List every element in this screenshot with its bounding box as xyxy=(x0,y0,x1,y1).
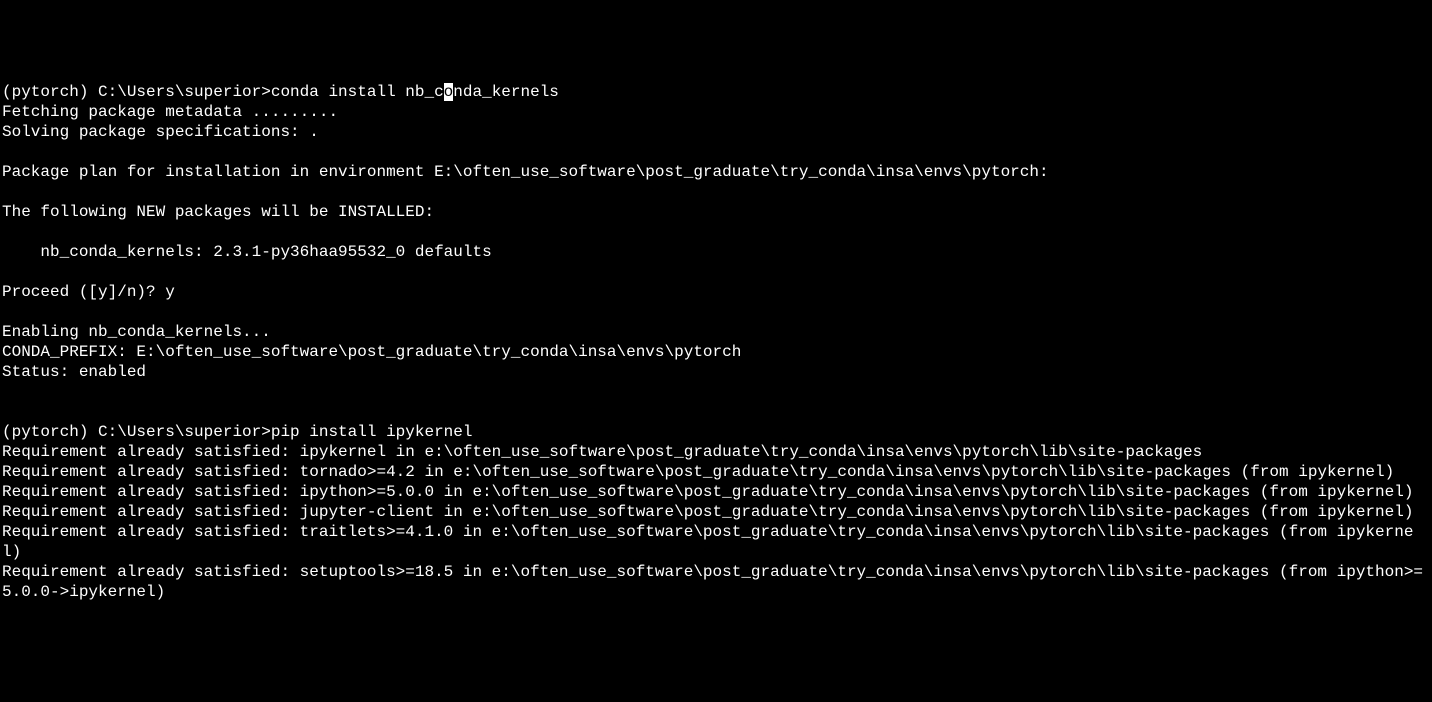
terminal-line xyxy=(2,382,1432,402)
prompt-text: (pytorch) C:\Users\superior> xyxy=(2,423,271,441)
terminal-line: Enabling nb_conda_kernels... xyxy=(2,322,1432,342)
terminal-line: Package plan for installation in environ… xyxy=(2,162,1432,182)
terminal-line: Proceed ([y]/n)? y xyxy=(2,282,1432,302)
terminal-line: Requirement already satisfied: tornado>=… xyxy=(2,462,1432,482)
terminal-line: Requirement already satisfied: setuptool… xyxy=(2,562,1432,602)
terminal-line: (pytorch) C:\Users\superior>pip install … xyxy=(2,422,1432,442)
terminal-line xyxy=(2,182,1432,202)
terminal-line xyxy=(2,262,1432,282)
terminal-line xyxy=(2,142,1432,162)
terminal-line: (pytorch) C:\Users\superior>conda instal… xyxy=(2,82,1432,102)
terminal-line: Requirement already satisfied: ipykernel… xyxy=(2,442,1432,462)
prompt-text: (pytorch) C:\Users\superior> xyxy=(2,83,271,101)
terminal-line: CONDA_PREFIX: E:\often_use_software\post… xyxy=(2,342,1432,362)
terminal-line: Fetching package metadata ......... xyxy=(2,102,1432,122)
command-text: pip install ipykernel xyxy=(271,423,473,441)
terminal-line: Status: enabled xyxy=(2,362,1432,382)
terminal-line xyxy=(2,402,1432,422)
command-text: nda_kernels xyxy=(453,83,559,101)
terminal-line: The following NEW packages will be INSTA… xyxy=(2,202,1432,222)
command-text: conda install nb_c xyxy=(271,83,444,101)
terminal-line: Solving package specifications: . xyxy=(2,122,1432,142)
cursor: o xyxy=(444,83,454,101)
terminal-line: Requirement already satisfied: ipython>=… xyxy=(2,482,1432,502)
terminal-line xyxy=(2,222,1432,242)
terminal-output[interactable]: (pytorch) C:\Users\superior>conda instal… xyxy=(2,82,1432,602)
terminal-line: nb_conda_kernels: 2.3.1-py36haa95532_0 d… xyxy=(2,242,1432,262)
terminal-line: Requirement already satisfied: jupyter-c… xyxy=(2,502,1432,522)
terminal-line xyxy=(2,302,1432,322)
terminal-line: Requirement already satisfied: traitlets… xyxy=(2,522,1432,562)
